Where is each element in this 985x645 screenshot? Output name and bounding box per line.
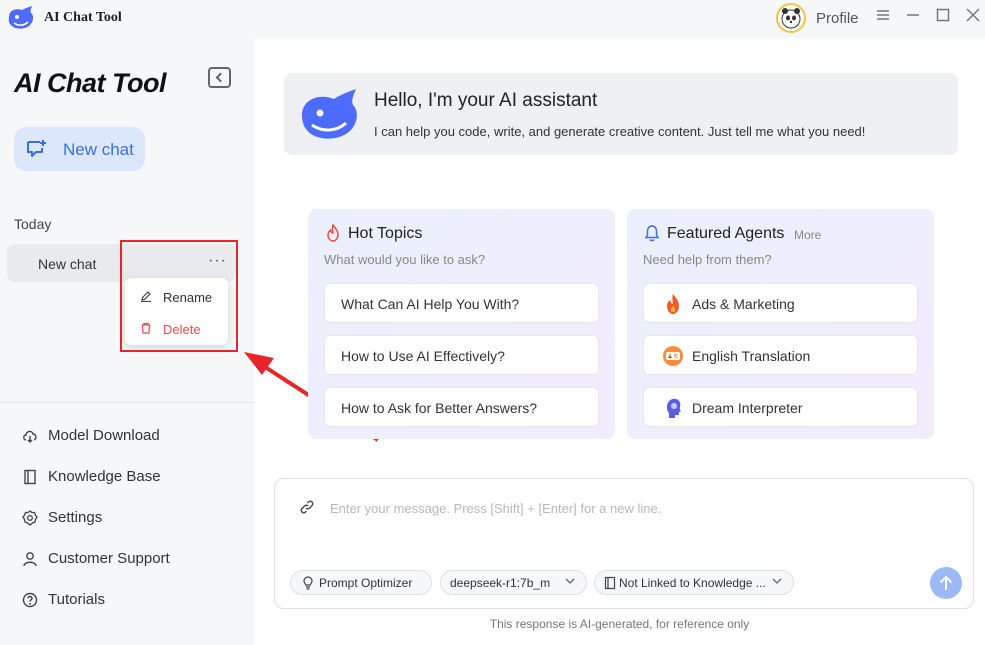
user-icon (23, 552, 37, 567)
head-icon (667, 398, 681, 418)
send-button[interactable] (930, 567, 962, 599)
message-composer: Prompt Optimizer deepseek-r1:7b_m Not Li… (274, 478, 974, 609)
section-today: Today (14, 216, 52, 232)
help-icon (22, 592, 38, 608)
nav-knowledge-base[interactable]: Knowledge Base (20, 465, 240, 489)
message-input[interactable] (330, 497, 950, 519)
bell-icon (644, 225, 660, 242)
hot-topic-item[interactable]: How to Ask for Better Answers? (324, 387, 599, 427)
nav-customer-support[interactable]: Customer Support (20, 547, 240, 571)
menu-icon[interactable] (873, 8, 893, 28)
nav-model-download[interactable]: Model Download (20, 424, 240, 448)
prompt-optimizer-button[interactable]: Prompt Optimizer (290, 570, 432, 595)
nav-tutorials[interactable]: Tutorials (20, 588, 240, 612)
knowledge-base-select-value: Not Linked to Knowledge ... (619, 576, 766, 590)
hot-topics-title: Hot Topics (348, 225, 423, 242)
prompt-optimizer-label: Prompt Optimizer (319, 576, 413, 590)
featured-agents-subtitle: Need help from them? (643, 252, 772, 267)
profile-link[interactable]: Profile (816, 10, 859, 27)
hot-topic-item[interactable]: How to Use AI Effectively? (324, 335, 599, 375)
close-icon[interactable] (963, 8, 983, 28)
chat-item-label: New chat (38, 256, 97, 272)
agent-item[interactable]: Ads & Marketing (643, 283, 918, 323)
flame-icon (327, 224, 339, 242)
nav-label: Settings (48, 509, 103, 526)
hot-topics-subtitle: What would you like to ask? (324, 252, 486, 267)
welcome-title: Hello, I'm your AI assistant (374, 90, 598, 111)
nav-label: Tutorials (48, 591, 105, 608)
flame-icon (667, 294, 679, 314)
avatar[interactable] (776, 3, 806, 33)
book-icon (604, 576, 616, 590)
welcome-banner: Hello, I'm your AI assistant I can help … (284, 73, 958, 155)
nav-settings[interactable]: Settings (20, 506, 240, 530)
collapse-sidebar-icon[interactable] (208, 67, 231, 88)
hot-topic-item[interactable]: What Can AI Help You With? (324, 283, 599, 323)
hot-topic-label: How to Ask for Better Answers? (341, 400, 538, 416)
translate-icon (663, 346, 683, 366)
gear-icon (22, 510, 38, 526)
chevron-down-icon (772, 578, 782, 584)
featured-agents-title: Featured Agents (667, 225, 785, 242)
nav-label: Model Download (48, 427, 160, 444)
hot-topics-card: Hot Topics What would you like to ask? W… (308, 209, 615, 439)
sidebar-brand: AI Chat Tool (14, 68, 166, 98)
ai-disclaimer: This response is AI-generated, for refer… (489, 617, 750, 631)
maximize-icon[interactable] (933, 8, 953, 28)
welcome-subtitle: I can help you code, write, and generate… (374, 124, 866, 139)
arrow-up-icon (939, 575, 953, 590)
agent-item[interactable]: Dream Interpreter (643, 387, 918, 427)
knowledge-base-select[interactable]: Not Linked to Knowledge ... (594, 570, 794, 595)
hot-topic-label: How to Use AI Effectively? (341, 348, 505, 364)
model-select[interactable]: deepseek-r1:7b_m (440, 570, 587, 595)
bulb-icon (303, 576, 313, 590)
link-icon[interactable] (299, 499, 315, 515)
agent-label: Ads & Marketing (692, 296, 795, 312)
new-chat-button[interactable]: New chat (14, 127, 145, 171)
app-title: AI Chat Tool (44, 10, 122, 25)
new-chat-icon (27, 140, 46, 157)
agent-label: Dream Interpreter (692, 400, 803, 416)
model-select-value: deepseek-r1:7b_m (450, 576, 551, 590)
whale-logo-icon (8, 6, 34, 29)
featured-agents-card: Featured Agents More Need help from them… (627, 209, 934, 439)
nav-label: Customer Support (48, 550, 170, 567)
minimize-icon[interactable] (903, 8, 923, 28)
book-icon (24, 469, 36, 485)
divider (0, 402, 254, 403)
annotation-highlight-box (120, 240, 238, 352)
agent-item[interactable]: English Translation (643, 335, 918, 375)
hot-topic-label: What Can AI Help You With? (341, 296, 520, 312)
new-chat-label: New chat (63, 140, 134, 159)
nav-label: Knowledge Base (48, 468, 161, 485)
agent-label: English Translation (692, 348, 811, 364)
cloud-download-icon (23, 430, 37, 443)
featured-agents-more-link[interactable]: More (794, 228, 821, 242)
whale-mascot-icon (302, 89, 357, 139)
panda-avatar-icon (781, 8, 801, 29)
chevron-down-icon (565, 578, 575, 584)
title-bar: AI Chat Tool Profile (0, 0, 985, 38)
